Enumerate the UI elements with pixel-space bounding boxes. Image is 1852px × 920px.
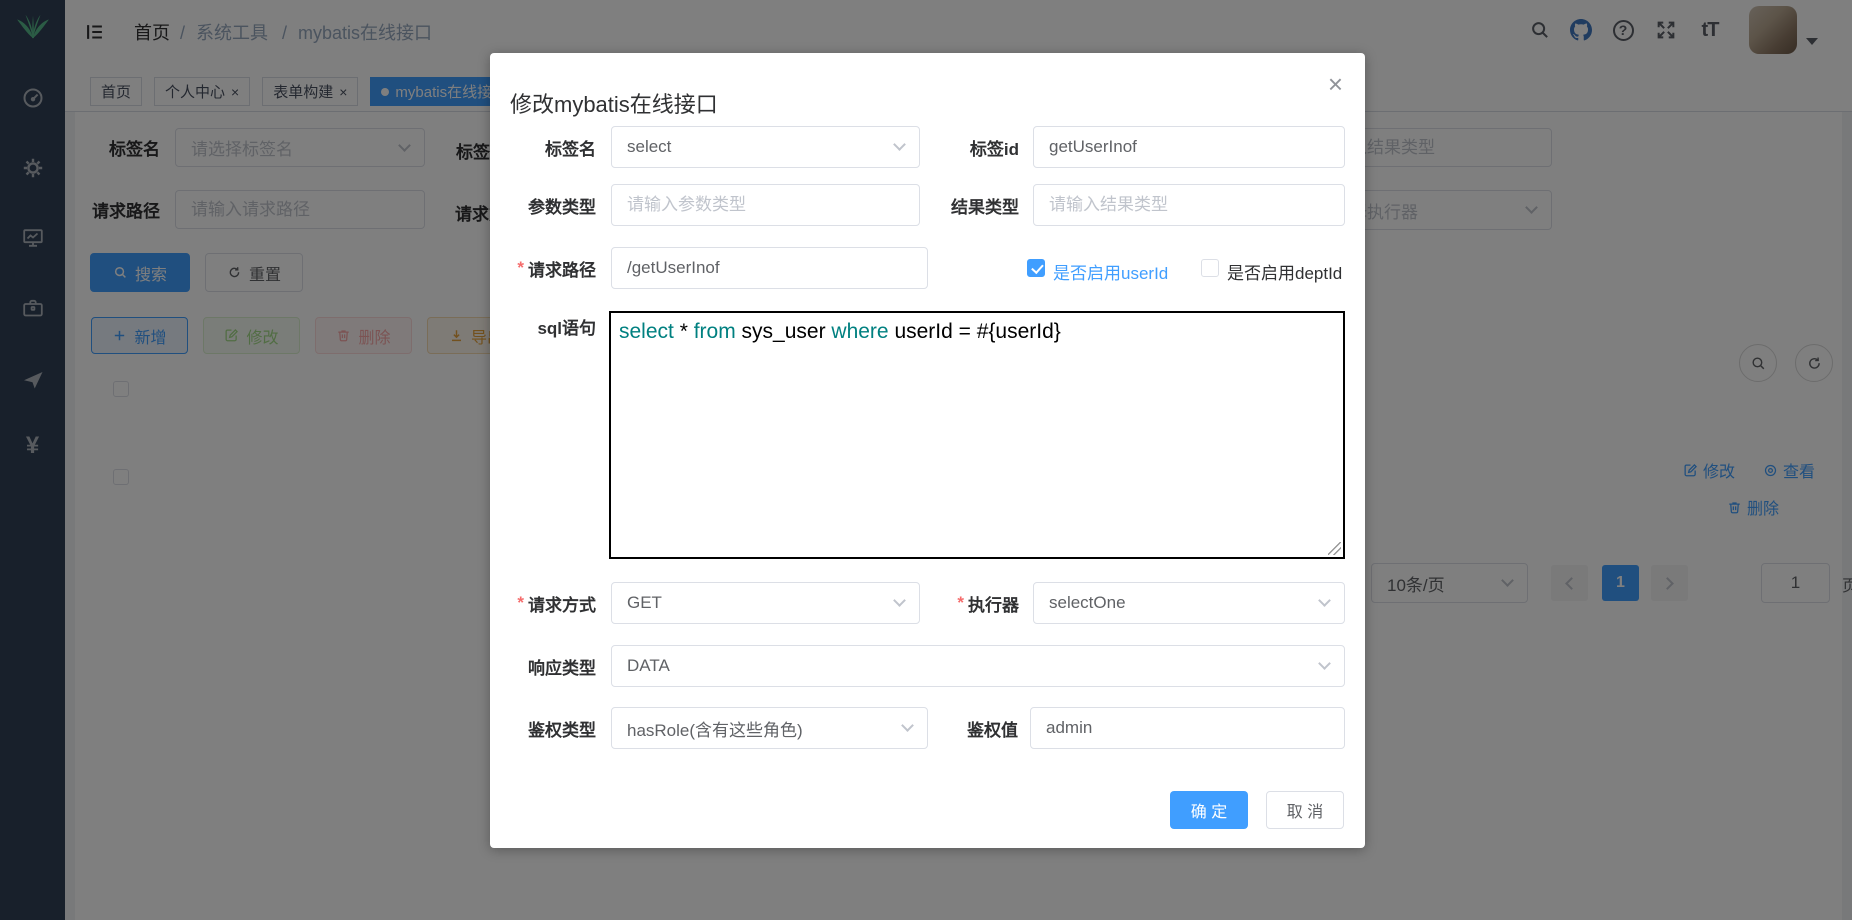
enable-deptid-label[interactable]: 是否启用deptId xyxy=(1227,259,1342,284)
executor-label: * 执行器 xyxy=(920,582,1019,624)
auth-value-label: 鉴权值 xyxy=(918,707,1018,749)
app-root: ¥ 首页 / 系统工具 / mybatis在线接口 ? xyxy=(0,0,1852,920)
dialog-title: 修改mybatis在线接口 xyxy=(510,87,718,119)
chevron-down-icon xyxy=(1318,594,1331,607)
sql-text: sys_user xyxy=(736,320,832,343)
tag-name-select[interactable]: select xyxy=(611,126,920,168)
enable-userid-label[interactable]: 是否启用userId xyxy=(1053,259,1168,284)
required-mark: * xyxy=(517,593,524,613)
button-label: 确 定 xyxy=(1191,798,1227,822)
select-value: selectOne xyxy=(1049,593,1126,613)
resp-type-select[interactable]: DATA xyxy=(611,645,1345,687)
label-text: 执行器 xyxy=(968,591,1019,616)
path-input[interactable] xyxy=(611,247,928,289)
path-label: * 请求路径 xyxy=(490,247,596,289)
method-label: * 请求方式 xyxy=(490,582,596,624)
result-type-input[interactable] xyxy=(1033,184,1345,226)
cancel-button[interactable]: 取 消 xyxy=(1266,791,1344,829)
chevron-down-icon xyxy=(893,594,906,607)
enable-userid-checkbox[interactable] xyxy=(1027,259,1045,277)
select-value: select xyxy=(627,137,671,157)
confirm-button[interactable]: 确 定 xyxy=(1170,791,1248,829)
enable-deptid-checkbox[interactable] xyxy=(1201,259,1219,277)
method-select[interactable]: GET xyxy=(611,582,920,624)
resp-type-label: 响应类型 xyxy=(490,645,596,687)
button-label: 取 消 xyxy=(1287,798,1323,822)
chevron-down-icon xyxy=(893,138,906,151)
sql-label: sql语句 xyxy=(490,305,596,347)
required-mark: * xyxy=(957,593,964,613)
result-type-label: 结果类型 xyxy=(920,184,1019,226)
executor-select[interactable]: selectOne xyxy=(1033,582,1345,624)
sql-keyword: from xyxy=(694,320,736,343)
auth-value-input[interactable] xyxy=(1030,707,1345,749)
close-icon[interactable]: × xyxy=(1328,71,1343,97)
auth-type-label: 鉴权类型 xyxy=(490,707,596,749)
select-value: DATA xyxy=(627,656,670,676)
label-text: 请求路径 xyxy=(528,256,596,281)
select-value: GET xyxy=(627,593,662,613)
sql-text: userId = #{userId} xyxy=(889,320,1061,343)
required-mark: * xyxy=(517,258,524,278)
auth-type-select[interactable]: hasRole(含有这些角色) xyxy=(611,707,928,749)
chevron-down-icon xyxy=(901,719,914,732)
tag-id-label: 标签id xyxy=(920,126,1019,168)
sql-text: * xyxy=(674,320,694,343)
select-value: hasRole(含有这些角色) xyxy=(627,716,803,741)
chevron-down-icon xyxy=(1318,657,1331,670)
param-type-input[interactable] xyxy=(611,184,920,226)
sql-keyword: where xyxy=(831,320,888,343)
tag-id-input[interactable] xyxy=(1033,126,1345,168)
edit-mybatis-dialog: 修改mybatis在线接口 × 标签名 select 标签id 参数类型 结果类… xyxy=(490,53,1365,848)
sql-editor[interactable]: select * from sys_user where userId = #{… xyxy=(609,311,1345,559)
resize-handle[interactable] xyxy=(1328,542,1341,555)
tag-name-label: 标签名 xyxy=(490,126,596,168)
label-text: 请求方式 xyxy=(528,591,596,616)
param-type-label: 参数类型 xyxy=(490,184,596,226)
sql-keyword: select xyxy=(619,320,674,343)
